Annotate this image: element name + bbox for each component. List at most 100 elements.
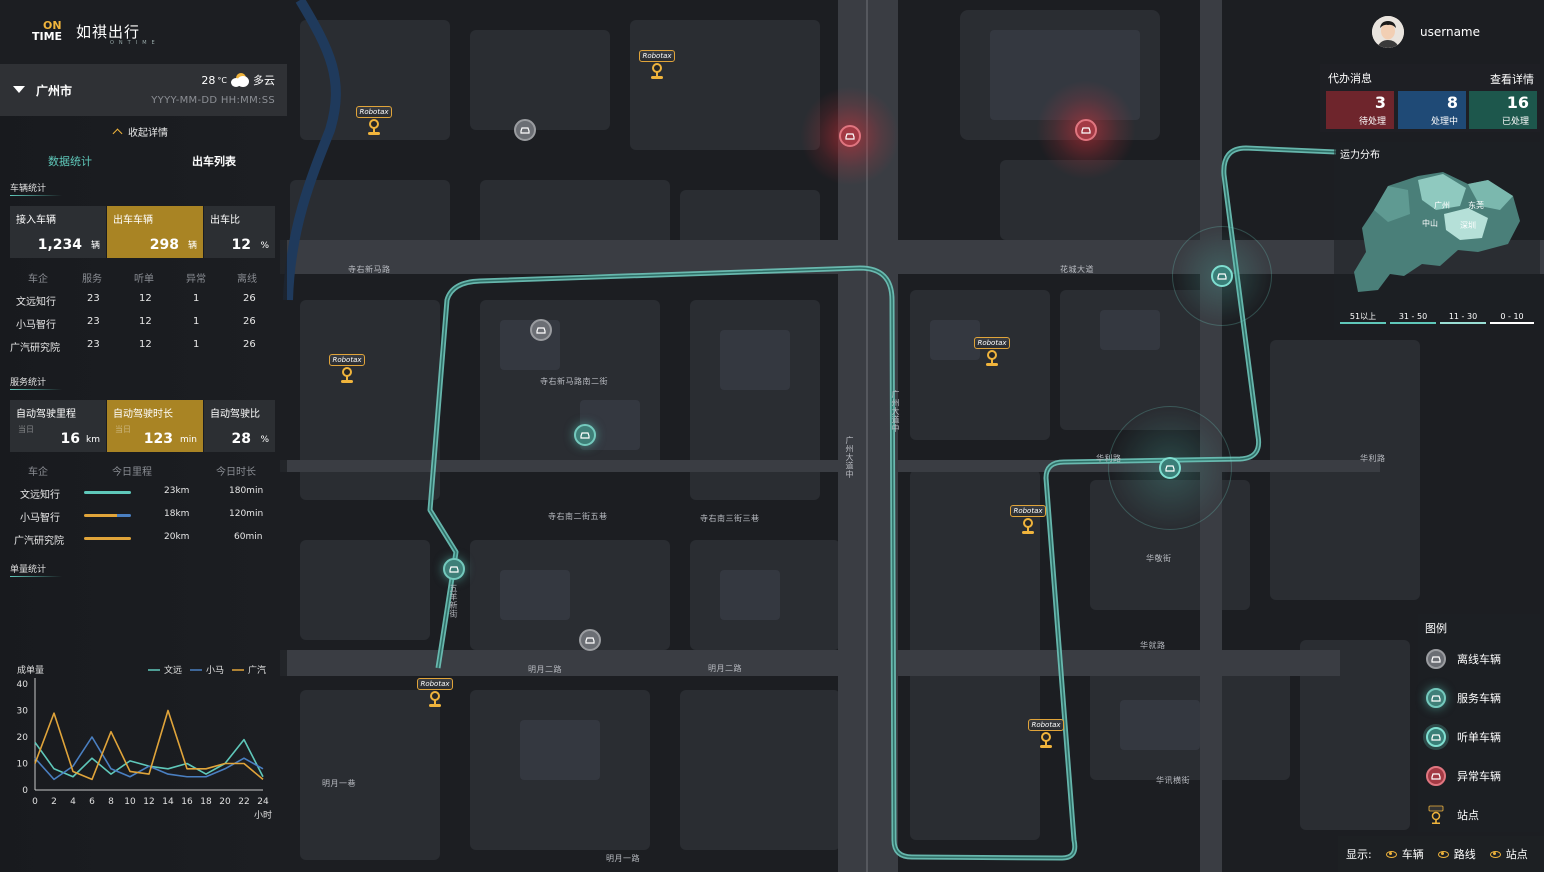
y-tick-label: 10 bbox=[17, 760, 29, 770]
offline-vehicle-icon[interactable] bbox=[530, 319, 552, 341]
display-toggle-bar: 显示: 车辆 路线 站点 bbox=[1338, 836, 1544, 872]
x-tick-label: 10 bbox=[124, 797, 136, 807]
service-vehicle-icon[interactable] bbox=[574, 424, 596, 446]
abnormal-vehicle-icon[interactable] bbox=[839, 125, 861, 147]
station-marker[interactable]: Robotax bbox=[639, 50, 675, 80]
toggle-routes[interactable]: 路线 bbox=[1454, 846, 1476, 862]
eye-icon[interactable] bbox=[1489, 850, 1501, 858]
map-label: 花城大道 bbox=[1060, 265, 1094, 274]
temperature-unit: °C bbox=[217, 75, 227, 85]
table-row: 广汽研究院 20km 60min bbox=[14, 532, 263, 547]
city-label: 中山 bbox=[1422, 219, 1438, 228]
x-tick-label: 6 bbox=[89, 797, 95, 807]
service-vehicle-icon[interactable] bbox=[443, 558, 465, 580]
city-selector[interactable]: 广州市 28 °C 多云 YYYY-MM-DD HH:MM:SS bbox=[0, 64, 287, 116]
kpi-auto-duration: 自动驾驶时长 当日 123 min bbox=[107, 400, 203, 452]
range-51-plus[interactable]: 51以上 bbox=[1340, 310, 1386, 324]
x-tick-label: 24 bbox=[257, 797, 269, 807]
offline-vehicle-icon[interactable] bbox=[514, 119, 536, 141]
station-marker[interactable]: Robotax bbox=[1010, 505, 1046, 535]
station-marker[interactable]: Robotax bbox=[417, 678, 453, 708]
order-chart-svg: 成单量 文远 小马 广汽0102030400 2 4 6 8 10 12 14 16 18 20 22 24小… bbox=[17, 664, 272, 821]
legend-service[interactable]: 服务车辆 bbox=[1426, 686, 1501, 710]
map-label: 华敬街 bbox=[1146, 554, 1172, 563]
weather: 28 °C 多云 bbox=[201, 72, 275, 88]
legend-station[interactable]: 站点 bbox=[1426, 803, 1479, 827]
city-label: 东莞 bbox=[1468, 201, 1484, 210]
legend-listen[interactable]: 听单车辆 bbox=[1426, 725, 1501, 749]
x-tick-label: 18 bbox=[200, 797, 212, 807]
toggle-stations[interactable]: 站点 bbox=[1506, 846, 1528, 862]
y-tick-label: 20 bbox=[17, 733, 29, 743]
x-tick-label: 16 bbox=[181, 797, 193, 807]
x-tick-label: 8 bbox=[108, 797, 114, 807]
range-11-30[interactable]: 11 - 30 bbox=[1440, 310, 1486, 324]
map-label: 寺右新马路 bbox=[348, 265, 391, 274]
city-name[interactable]: 广州市 bbox=[36, 82, 72, 99]
y-tick-label: 40 bbox=[17, 680, 29, 690]
offline-vehicle-icon bbox=[1426, 649, 1446, 669]
listen-vehicle-icon[interactable] bbox=[1159, 457, 1181, 479]
y-tick-label: 0 bbox=[22, 786, 28, 796]
eye-icon[interactable] bbox=[1437, 850, 1449, 858]
tab-data-stats[interactable]: 数据统计 bbox=[48, 153, 92, 169]
weather-text: 多云 bbox=[253, 74, 275, 87]
range-31-50[interactable]: 31 - 50 bbox=[1390, 310, 1436, 324]
station-marker[interactable]: Robotax bbox=[1028, 719, 1064, 749]
chevron-up-icon bbox=[112, 128, 123, 139]
table-row: 广汽研究院 23 12 1 26 bbox=[10, 339, 256, 354]
display-label: 显示: bbox=[1346, 848, 1372, 861]
collapse-details-button[interactable]: 收起详情 bbox=[112, 124, 168, 139]
table-row: 小马智行 23 12 1 26 bbox=[16, 316, 256, 331]
temperature: 28 bbox=[201, 73, 216, 87]
y-axis-label: 成单量 bbox=[17, 664, 44, 676]
legend-title: 图例 bbox=[1425, 622, 1447, 635]
listen-vehicle-icon bbox=[1426, 727, 1446, 747]
avatar[interactable] bbox=[1372, 16, 1404, 48]
station-marker[interactable]: Robotax bbox=[974, 337, 1010, 367]
caret-down-icon[interactable] bbox=[13, 86, 25, 93]
mileage-bar bbox=[84, 491, 131, 494]
x-tick-label: 20 bbox=[219, 797, 231, 807]
service-vehicle-icon bbox=[1426, 688, 1446, 708]
x-tick-label: 22 bbox=[238, 797, 249, 807]
todo-messages-title: 代办消息 bbox=[1328, 72, 1372, 85]
user-menu[interactable]: username bbox=[1372, 16, 1480, 48]
station-icon bbox=[1426, 805, 1446, 825]
processing-count[interactable]: 8 处理中 bbox=[1398, 91, 1466, 129]
map-label: 明月一路 bbox=[606, 854, 640, 863]
offline-vehicle-icon[interactable] bbox=[579, 629, 601, 651]
kpi-dispatch-ratio: 出车比 12 % bbox=[204, 206, 275, 258]
kpi-auto-mileage: 自动驾驶里程 当日 16 km bbox=[10, 400, 106, 452]
map-label: 广州大道中 bbox=[845, 436, 854, 479]
order-stats-title: 单量统计 bbox=[10, 562, 63, 577]
listen-vehicle-icon[interactable] bbox=[1211, 265, 1233, 287]
province-map[interactable] bbox=[1348, 166, 1528, 296]
toggle-vehicles[interactable]: 车辆 bbox=[1402, 846, 1424, 862]
map-label: 寺右南二街五巷 bbox=[548, 512, 608, 521]
username[interactable]: username bbox=[1420, 25, 1480, 39]
table-row: 文远知行 23km 180min bbox=[20, 486, 264, 501]
map-label: 华就路 bbox=[1140, 641, 1166, 650]
map-legend: 图例 离线车辆 服务车辆 听单车辆 异常车辆 站点 bbox=[1418, 614, 1540, 832]
legend-abnormal[interactable]: 异常车辆 bbox=[1426, 764, 1501, 788]
station-marker[interactable]: Robotax bbox=[329, 354, 365, 384]
map-label: 五羊新街 bbox=[449, 584, 458, 618]
vehicle-stats-title: 车辆统计 bbox=[10, 181, 63, 196]
range-0-10[interactable]: 0 - 10 bbox=[1490, 310, 1534, 324]
view-details-link[interactable]: 查看详情 bbox=[1490, 71, 1534, 87]
abnormal-vehicle-icon[interactable] bbox=[1075, 119, 1097, 141]
table-row: 小马智行 18km 120min bbox=[20, 509, 264, 524]
station-marker[interactable]: Robotax bbox=[356, 106, 392, 136]
capacity-distribution-title: 运力分布 bbox=[1340, 150, 1380, 161]
legend-offline[interactable]: 离线车辆 bbox=[1426, 647, 1501, 671]
tab-vehicle-list[interactable]: 出车列表 bbox=[192, 153, 236, 169]
pending-count[interactable]: 3 待处理 bbox=[1326, 91, 1394, 129]
vehicle-table-header: 车企 服务 听单 异常 离线 bbox=[28, 274, 257, 285]
map-label: 寺右南三街三巷 bbox=[700, 514, 760, 523]
mileage-bar bbox=[84, 514, 131, 517]
map-label: 明月一巷 bbox=[322, 779, 356, 788]
eye-icon[interactable] bbox=[1385, 850, 1397, 858]
map-label: 明月二路 bbox=[528, 665, 562, 674]
processed-count[interactable]: 16 已处理 bbox=[1469, 91, 1537, 129]
